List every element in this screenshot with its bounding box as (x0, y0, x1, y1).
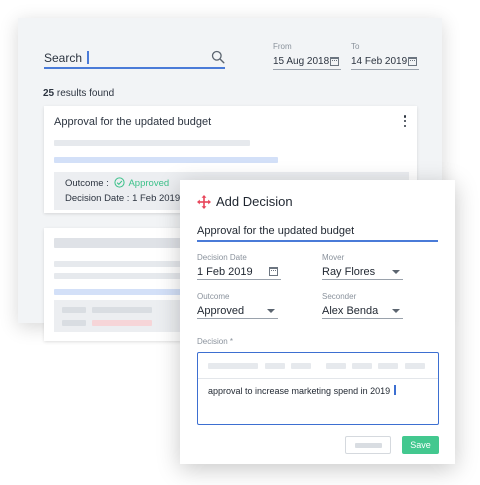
add-decision-dialog: Add Decision Approval for the updated bu… (180, 180, 455, 464)
skeleton-line (54, 157, 278, 163)
date-to-field[interactable]: 14 Feb 2019 (351, 53, 419, 70)
toolbar-placeholder[interactable] (405, 363, 425, 369)
skeleton-line (62, 320, 86, 326)
outcome-field: Outcome Approved (197, 292, 278, 319)
decision-title-value: Approval for the updated budget (197, 225, 355, 237)
decision-title-input[interactable]: Approval for the updated budget (197, 225, 438, 242)
decision-date-input[interactable]: 1 Feb 2019 (197, 264, 281, 280)
outcome-field-label: Outcome (197, 292, 230, 301)
seconder-value: Alex Benda (322, 304, 379, 317)
cancel-button[interactable] (345, 436, 391, 454)
date-to-label: To (351, 42, 360, 51)
dialog-title-text: Add Decision (216, 194, 293, 209)
skeleton-line (54, 140, 250, 146)
outcome-select[interactable]: Approved (197, 303, 278, 319)
decision-date-input-value: 1 Feb 2019 (197, 265, 253, 278)
skeleton-line (54, 289, 184, 295)
results-count: 25 results found (43, 88, 114, 99)
decision-date-value: 1 Feb 2019 (132, 193, 181, 204)
calendar-icon[interactable] (408, 56, 417, 66)
skeleton-line (54, 261, 184, 267)
decision-editor[interactable]: approval to increase marketing spend in … (197, 352, 439, 425)
outcome-label: Outcome : (65, 178, 109, 189)
search-label: Search (44, 51, 89, 65)
check-circle-icon (114, 177, 126, 188)
save-button[interactable]: Save (402, 436, 439, 454)
toolbar-placeholder[interactable] (265, 363, 285, 369)
date-from-group: From 15 Aug 2018 (273, 42, 341, 70)
date-to-group: To 14 Feb 2019 (351, 42, 419, 70)
text-caret (87, 51, 89, 64)
decision-text[interactable]: approval to increase marketing spend in … (208, 385, 396, 396)
more-options-icon[interactable] (403, 115, 407, 127)
date-from-label: From (273, 42, 292, 51)
toolbar-placeholder[interactable] (208, 363, 258, 369)
seconder-label: Seconder (322, 292, 357, 301)
search-input[interactable]: Search (44, 50, 225, 69)
toolbar-placeholder[interactable] (291, 363, 311, 369)
decision-label: Decision * (197, 337, 234, 346)
chevron-down-icon[interactable] (392, 269, 400, 274)
skeleton-line (92, 320, 152, 326)
cancel-button-placeholder (355, 443, 382, 448)
outcome-value: Approved (128, 178, 170, 189)
mover-select[interactable]: Ray Flores (322, 264, 403, 280)
date-from-value: 15 Aug 2018 (273, 55, 330, 67)
chevron-down-icon[interactable] (267, 308, 275, 313)
seconder-select[interactable]: Alex Benda (322, 303, 403, 319)
decision-text-value: approval to increase marketing spend in … (208, 386, 391, 396)
date-from-field[interactable]: 15 Aug 2018 (273, 53, 341, 70)
date-to-value: 14 Feb 2019 (351, 55, 408, 67)
editor-toolbar (198, 353, 438, 379)
decision-date-field: Decision Date 1 Feb 2019 (197, 253, 281, 280)
skeleton-line (62, 307, 86, 313)
seconder-field: Seconder Alex Benda (322, 292, 403, 319)
results-count-number: 25 (43, 88, 55, 99)
text-caret (394, 385, 396, 395)
mover-field: Mover Ray Flores (322, 253, 403, 280)
toolbar-placeholder[interactable] (352, 363, 372, 369)
decision-date-label: Decision Date : (65, 193, 130, 204)
mover-value: Ray Flores (322, 265, 376, 278)
skeleton-line (54, 273, 184, 279)
outcome-row: Outcome : Approved (65, 177, 169, 189)
result-card-title: Approval for the updated budget (54, 116, 212, 128)
calendar-icon[interactable] (330, 56, 339, 66)
decision-date-row: Decision Date : 1 Feb 2019 (65, 193, 180, 204)
results-count-suffix: results found (56, 88, 115, 99)
search-icon[interactable] (211, 50, 225, 64)
outcome-select-value: Approved (197, 304, 245, 317)
chevron-down-icon[interactable] (392, 308, 400, 313)
toolbar-placeholder[interactable] (326, 363, 346, 369)
skeleton-line (54, 238, 184, 248)
mover-label: Mover (322, 253, 345, 262)
skeleton-line (92, 307, 152, 313)
dialog-title: Add Decision (197, 194, 293, 209)
move-icon[interactable] (197, 194, 211, 209)
calendar-icon[interactable] (269, 267, 278, 276)
decision-date-field-label: Decision Date (197, 253, 247, 262)
toolbar-placeholder[interactable] (378, 363, 398, 369)
